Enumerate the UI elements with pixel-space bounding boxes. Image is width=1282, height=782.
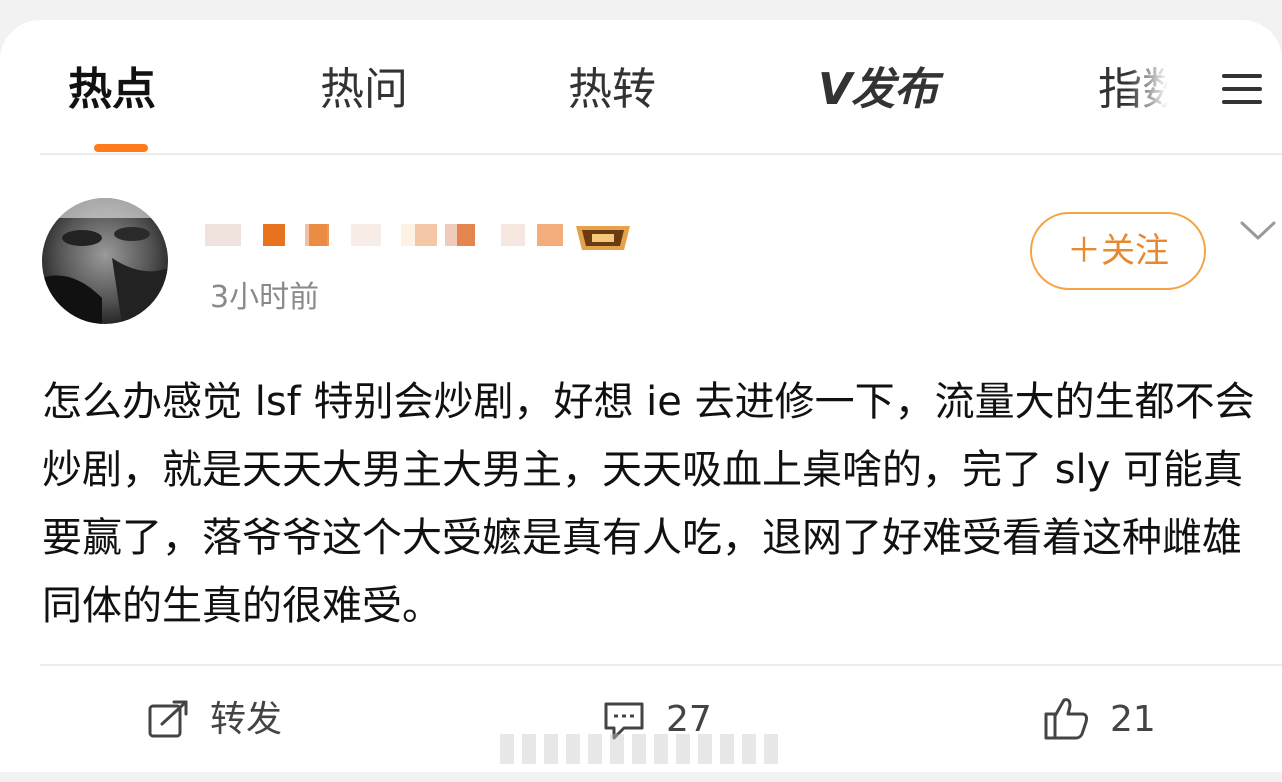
vip-badge-icon bbox=[572, 220, 634, 256]
hamburger-menu-icon[interactable] bbox=[1222, 72, 1262, 106]
post-card: 热点 热问 热转 V发布 指数 3小时前 ＋关注 怎么办感觉 lsf 特别会炒剧… bbox=[0, 20, 1282, 772]
avatar[interactable] bbox=[42, 198, 168, 324]
top-tab-bar: 热点 热问 热转 V发布 指数 bbox=[0, 20, 1282, 154]
like-count: 21 bbox=[1110, 699, 1156, 740]
share-square-icon bbox=[148, 700, 188, 738]
like-button[interactable]: 21 bbox=[1042, 692, 1182, 748]
repost-label: 转发 bbox=[210, 699, 283, 740]
post-body-text: 怎么办感觉 lsf 特别会炒剧，好想 ie 去进修一下，流量大的生都不会炒剧，就… bbox=[42, 379, 1255, 629]
active-tab-indicator bbox=[94, 144, 148, 152]
tab-index[interactable]: 指数 bbox=[1098, 60, 1168, 120]
tab-hot-questions[interactable]: 热问 bbox=[320, 60, 408, 120]
chevron-down-icon[interactable] bbox=[1240, 220, 1276, 242]
post-timestamp: 3小时前 bbox=[210, 280, 320, 315]
action-divider bbox=[40, 664, 1282, 666]
thumbs-up-icon bbox=[1044, 698, 1088, 740]
tab-hot-topics[interactable]: 热点 bbox=[68, 60, 156, 120]
tab-hot-reposts[interactable]: 热转 bbox=[568, 60, 656, 120]
watermark-overlay bbox=[500, 734, 780, 764]
repost-button[interactable]: 转发 bbox=[146, 692, 316, 748]
tab-v-publish[interactable]: V发布 bbox=[818, 60, 938, 120]
tab-divider bbox=[40, 153, 1282, 155]
follow-button[interactable]: ＋关注 bbox=[1030, 212, 1206, 290]
